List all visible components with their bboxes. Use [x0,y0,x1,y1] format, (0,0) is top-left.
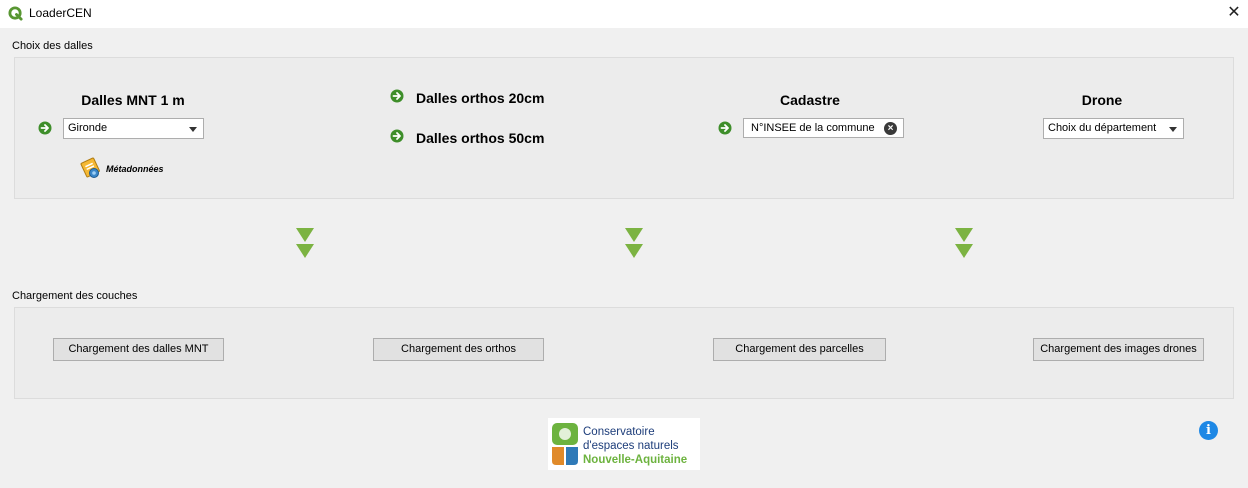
load-drones-button[interactable]: Chargement des images drones [1033,338,1204,361]
cen-logo: Conservatoire d'espaces naturels Nouvell… [548,418,700,470]
choix-group-label: Choix des dalles [12,40,93,52]
cen-logo-line2: d'espaces naturels [583,440,679,452]
info-icon[interactable]: i [1199,421,1218,440]
metadata-label[interactable]: Métadonnées [106,164,164,174]
chevron-down-icon [625,228,643,258]
chevron-down-icon [1169,127,1177,132]
chevron-down-icon [296,228,314,258]
ortho20-label: Dalles orthos 20cm [416,90,545,106]
load-orthos-button[interactable]: Chargement des orthos [373,338,544,361]
load-mnt-button[interactable]: Chargement des dalles MNT [53,338,224,361]
title-bar [0,0,1248,28]
clear-icon[interactable]: × [884,122,897,135]
close-button[interactable]: ✕ [1220,0,1248,28]
chevron-down-icon [189,127,197,132]
cen-logo-line3: Nouvelle-Aquitaine [583,454,688,466]
ortho50-go-arrow-icon[interactable] [390,129,404,143]
qgis-icon [8,6,23,21]
cen-logo-mark-icon [552,423,578,465]
drone-combo-value: Choix du département [1048,122,1157,134]
mnt-combo-value: Gironde [68,122,108,134]
window-title: LoaderCEN [29,6,92,20]
drone-title: Drone [1081,92,1123,108]
ortho50-label: Dalles orthos 50cm [416,130,545,146]
cadastre-title: Cadastre [780,92,840,108]
insee-input-value: N°INSEE de la commune [751,122,875,134]
cadastre-go-arrow-icon[interactable] [718,121,732,135]
insee-input[interactable]: N°INSEE de la commune × [743,118,904,138]
load-parcelles-button[interactable]: Chargement des parcelles [713,338,886,361]
ortho20-go-arrow-icon[interactable] [390,89,404,103]
drone-departement-combo[interactable]: Choix du département [1043,118,1184,139]
chargement-group-label: Chargement des couches [12,290,138,302]
mnt-title: Dalles MNT 1 m [81,92,185,108]
close-icon: ✕ [1227,4,1241,21]
chevron-down-icon [955,228,973,258]
cen-logo-line1: Conservatoire [583,426,655,438]
metadata-icon[interactable] [79,156,103,180]
mnt-go-arrow-icon[interactable] [38,121,52,135]
mnt-departement-combo[interactable]: Gironde [63,118,204,139]
